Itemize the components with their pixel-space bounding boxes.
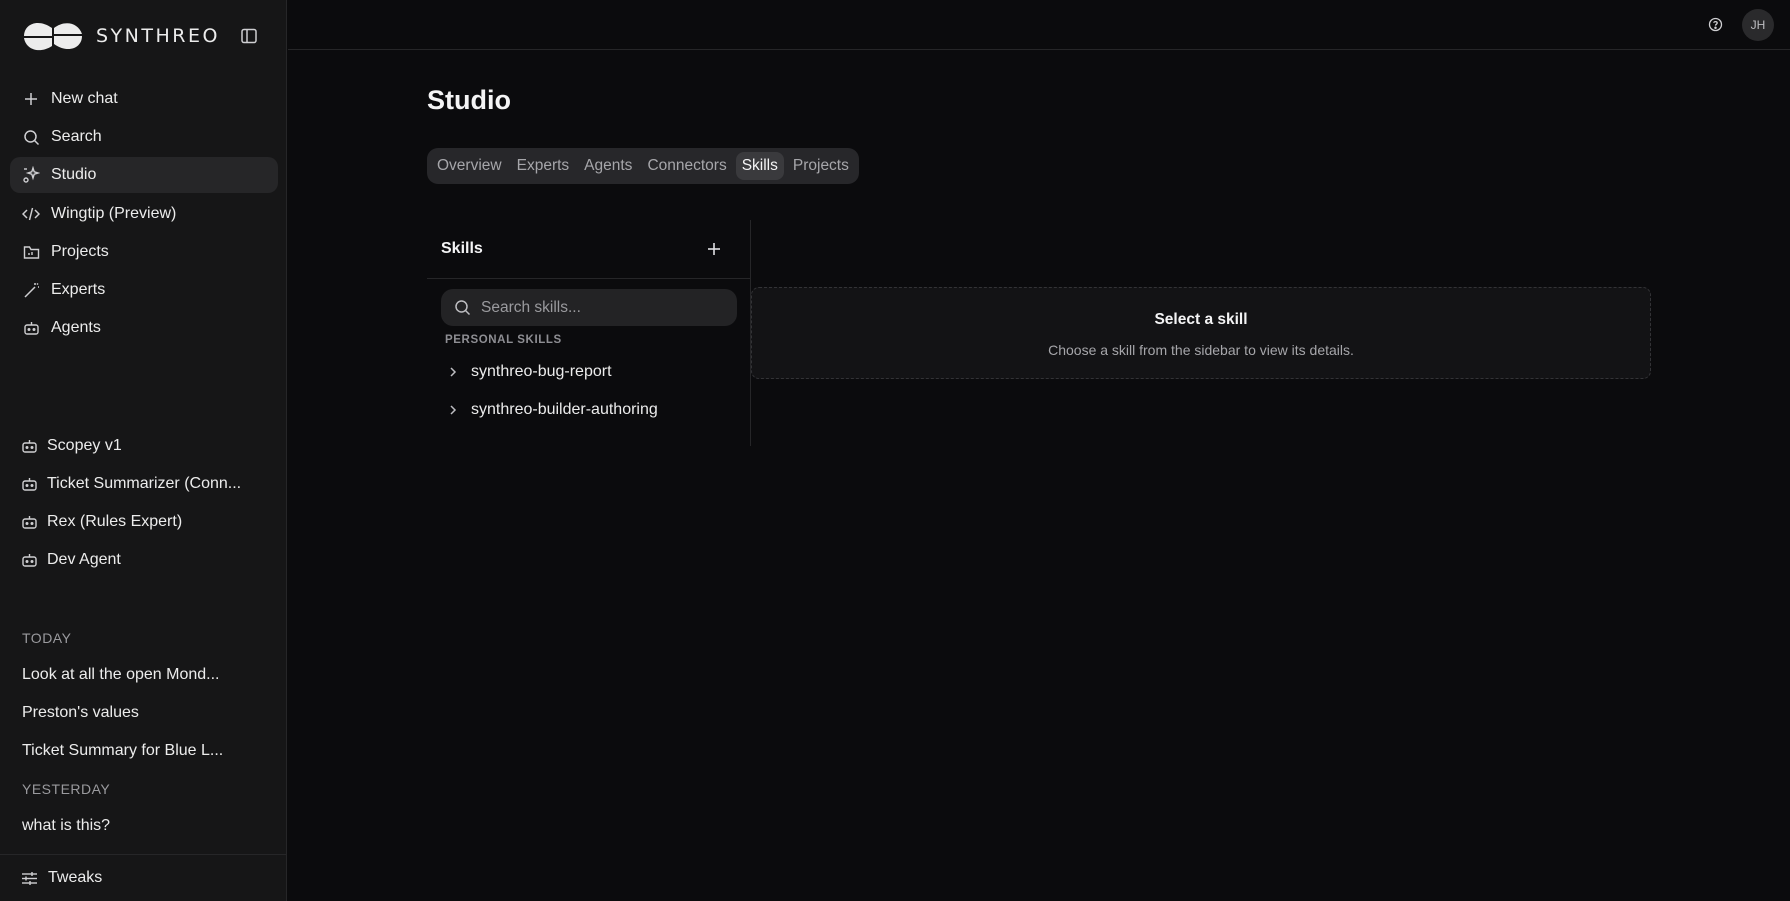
brand[interactable]: SYNTHREO <box>22 18 220 54</box>
agent-label: Ticket Summarizer (Conn... <box>47 475 242 492</box>
chat-item[interactable]: Ticket Summary for Blue L... <box>22 742 272 760</box>
nav-projects[interactable]: Projects <box>10 234 278 270</box>
folder-icon <box>22 243 40 261</box>
agent-item-rex[interactable]: Rex (Rules Expert) <box>10 505 278 539</box>
bot-icon <box>22 319 40 337</box>
sidebar-toggle-icon[interactable] <box>238 25 260 47</box>
skills-search[interactable] <box>441 289 737 326</box>
chat-item[interactable]: Look at all the open Mond... <box>22 666 272 684</box>
topbar: JH <box>288 0 1790 50</box>
nav-label: Wingtip (Preview) <box>51 205 177 222</box>
nav-studio[interactable]: Studio <box>10 157 278 193</box>
bot-icon <box>20 437 38 455</box>
studio-tabs: Overview Experts Agents Connectors Skill… <box>427 148 859 184</box>
avatar[interactable]: JH <box>1742 9 1774 41</box>
tab-experts[interactable]: Experts <box>511 152 576 180</box>
skill-label: synthreo-builder-authoring <box>471 401 658 418</box>
nav-search[interactable]: Search <box>10 119 278 155</box>
tab-agents[interactable]: Agents <box>578 152 638 180</box>
tab-projects[interactable]: Projects <box>787 152 855 180</box>
nav-wingtip[interactable]: Wingtip (Preview) <box>10 196 278 232</box>
nav-label: New chat <box>51 90 118 107</box>
tab-skills[interactable]: Skills <box>735 152 784 180</box>
page-title: Studio <box>427 85 511 115</box>
help-circle-icon[interactable] <box>1706 15 1724 33</box>
agent-item-ticket-summarizer[interactable]: Ticket Summarizer (Conn... <box>10 467 278 501</box>
wand-icon <box>22 281 40 299</box>
nav-label: Experts <box>51 281 106 298</box>
nav-label: Search <box>51 128 102 145</box>
skill-item-builder-authoring[interactable]: synthreo-builder-authoring <box>441 395 741 425</box>
bot-icon <box>20 475 38 493</box>
agent-label: Scopey v1 <box>47 437 122 454</box>
agent-item-dev-agent[interactable]: Dev Agent <box>10 543 278 577</box>
brand-name: SYNTHREO <box>96 25 220 47</box>
nav-new-chat[interactable]: New chat <box>10 81 278 117</box>
nav-agents[interactable]: Agents <box>10 310 278 346</box>
skills-panel: Skills PERSONAL SKILLS synthreo-bug-repo… <box>427 220 751 446</box>
bot-icon <box>20 513 38 531</box>
agent-label: Rex (Rules Expert) <box>47 513 183 530</box>
detail-subtitle: Choose a skill from the sidebar to view … <box>1048 342 1354 358</box>
nav-label: Agents <box>51 319 101 336</box>
nav-label: Projects <box>51 243 109 260</box>
search-icon <box>22 128 40 146</box>
agent-label: Dev Agent <box>47 551 121 568</box>
tab-overview[interactable]: Overview <box>431 152 508 180</box>
agent-item-scopey[interactable]: Scopey v1 <box>10 429 278 463</box>
bot-icon <box>20 551 38 569</box>
code-icon <box>22 205 40 223</box>
studio-sparkle-icon <box>22 166 40 184</box>
tweaks-button[interactable]: Tweaks <box>0 854 287 901</box>
skill-item-bug-report[interactable]: synthreo-bug-report <box>441 357 741 387</box>
skills-search-input[interactable] <box>481 298 721 317</box>
section-yesterday: YESTERDAY <box>22 781 111 797</box>
chevron-right-icon[interactable] <box>445 364 461 380</box>
plus-icon <box>708 243 720 255</box>
skill-label: synthreo-bug-report <box>471 363 612 380</box>
skill-detail-empty-state: Select a skill Choose a skill from the s… <box>751 287 1651 379</box>
personal-skills-heading: PERSONAL SKILLS <box>445 334 562 346</box>
sidebar: SYNTHREO New chat Search Studio Wingtip … <box>0 0 287 901</box>
chat-item[interactable]: Preston's values <box>22 704 272 722</box>
skills-header: Skills <box>427 220 751 279</box>
nav-label: Studio <box>51 166 97 183</box>
tweaks-label: Tweaks <box>48 869 103 886</box>
synthreo-logo <box>24 22 82 51</box>
search-icon <box>453 299 471 317</box>
detail-title: Select a skill <box>1154 311 1248 328</box>
tab-connectors[interactable]: Connectors <box>641 152 732 180</box>
chevron-right-icon[interactable] <box>445 402 461 418</box>
section-today: TODAY <box>22 630 72 646</box>
add-skill-button[interactable] <box>704 239 724 259</box>
skills-title: Skills <box>441 240 483 257</box>
plus-icon <box>22 90 40 108</box>
nav-experts[interactable]: Experts <box>10 272 278 308</box>
chat-item[interactable]: what is this? <box>22 817 272 835</box>
sliders-icon <box>20 869 38 887</box>
